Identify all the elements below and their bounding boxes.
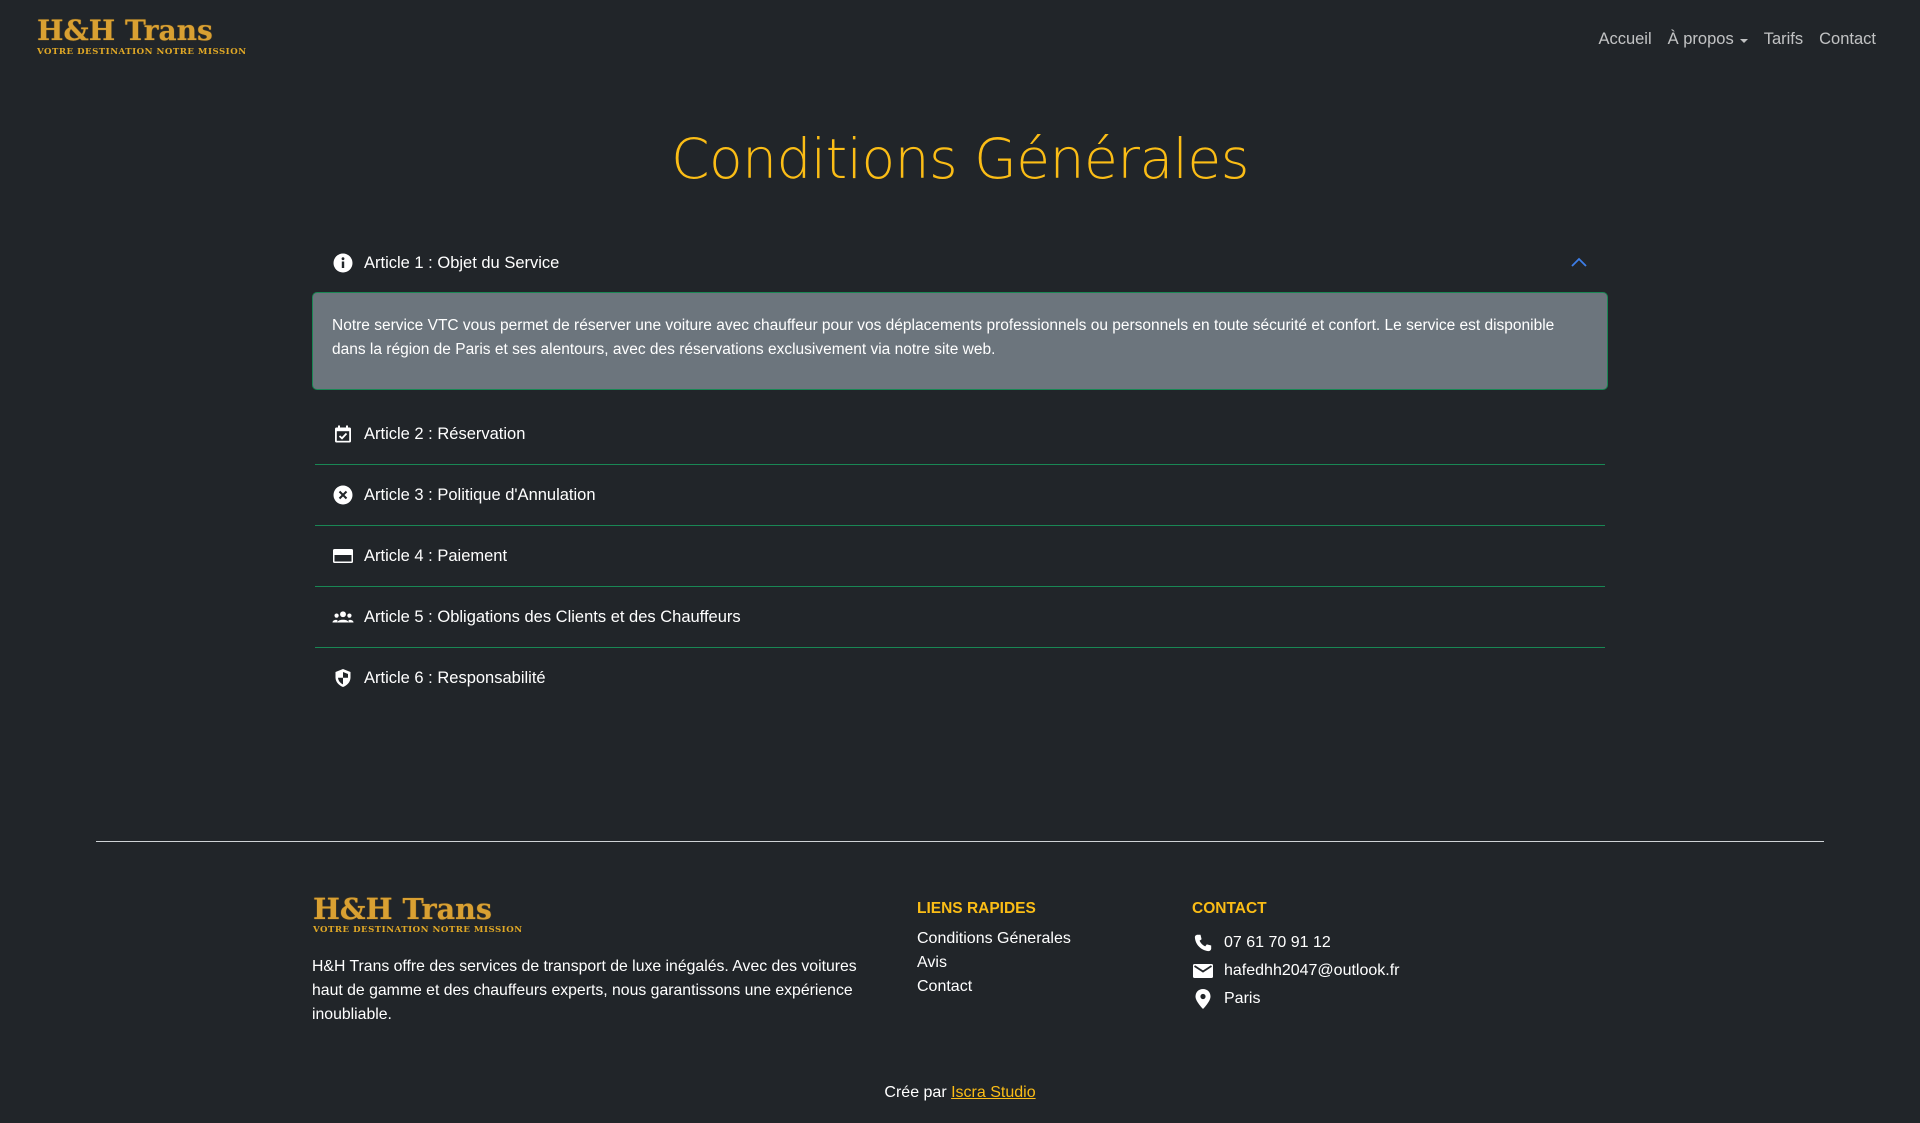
accordion-header-article-4[interactable]: Article 4 : Paiement xyxy=(312,526,1608,586)
people-icon xyxy=(332,606,354,628)
accordion-label: Article 2 : Réservation xyxy=(364,424,526,443)
footer-logo-tagline: VOTRE DESTINATION NOTRE MISSION xyxy=(313,925,523,935)
calendar-check-icon xyxy=(332,423,354,445)
nav-link-a-propos-label: À propos xyxy=(1667,30,1734,48)
contact-email-text: hafedhh2047@outlook.fr xyxy=(1224,962,1400,979)
shield-icon xyxy=(332,667,354,689)
contact-location: Paris xyxy=(1192,985,1399,1013)
nav-link-a-propos[interactable]: À propos xyxy=(1668,30,1748,49)
footer-credits: Crée par Iscra Studio xyxy=(0,1084,1920,1102)
page-title: Conditions Générales xyxy=(671,127,1249,191)
cancel-circle-icon xyxy=(332,484,354,506)
location-pin-icon xyxy=(1192,988,1214,1010)
accordion-header-article-1[interactable]: Article 1 : Objet du Service xyxy=(312,234,1608,292)
conditions-accordion: Article 1 : Objet du Service Notre servi… xyxy=(312,234,1608,708)
footer-logo-title: H&H Trans xyxy=(313,892,492,926)
credits-link[interactable]: Iscra Studio xyxy=(951,1084,1035,1101)
contact-section: CONTACT 07 61 70 91 12 hafedhh2047@outlo… xyxy=(1192,899,1399,1013)
contact-location-text: Paris xyxy=(1224,990,1261,1007)
phone-icon xyxy=(1192,932,1214,954)
accordion-label: Article 4 : Paiement xyxy=(364,546,508,565)
accordion-item-article-2: Article 2 : Réservation xyxy=(312,404,1608,465)
accordion-header-article-2[interactable]: Article 2 : Réservation xyxy=(312,404,1608,464)
accordion-item-article-3: Article 3 : Politique d'Annulation xyxy=(312,465,1608,526)
chevron-up-icon xyxy=(1570,254,1588,272)
accordion-item-article-6: Article 6 : Responsabilité xyxy=(312,648,1608,708)
accordion-header-article-5[interactable]: Article 5 : Obligations des Clients et d… xyxy=(312,587,1608,647)
nav-link-tarifs[interactable]: Tarifs xyxy=(1764,30,1803,49)
contact-phone: 07 61 70 91 12 xyxy=(1192,929,1399,957)
accordion-label: Article 6 : Responsabilité xyxy=(364,668,546,687)
accordion-header-article-3[interactable]: Article 3 : Politique d'Annulation xyxy=(312,465,1608,525)
brand-logo[interactable]: H&H Trans VOTRE DESTINATION NOTRE MISSIO… xyxy=(37,14,247,62)
footer-link-avis[interactable]: Avis xyxy=(917,951,1071,975)
accordion-label: Article 1 : Objet du Service xyxy=(364,253,560,272)
accordion-label: Article 5 : Obligations des Clients et d… xyxy=(364,607,741,626)
quick-links-title: LIENS RAPIDES xyxy=(917,900,1036,917)
credits-prefix: Crée par xyxy=(884,1084,947,1101)
accordion-header-article-6[interactable]: Article 6 : Responsabilité xyxy=(312,648,1608,708)
info-icon xyxy=(332,252,354,274)
quick-links-section: LIENS RAPIDES Conditions Génerales Avis … xyxy=(917,899,1071,999)
footer-link-contact[interactable]: Contact xyxy=(917,975,1071,999)
caret-down-icon xyxy=(1739,38,1748,43)
footer-description: H&H Trans offre des services de transpor… xyxy=(312,958,857,1023)
footer-link-conditions[interactable]: Conditions Génerales xyxy=(917,927,1071,951)
accordion-item-article-1: Article 1 : Objet du Service Notre servi… xyxy=(312,234,1608,404)
footer-divider xyxy=(96,841,1824,842)
contact-email: hafedhh2047@outlook.fr xyxy=(1192,957,1399,985)
nav-link-accueil[interactable]: Accueil xyxy=(1598,30,1651,49)
nav-link-contact[interactable]: Contact xyxy=(1819,30,1876,49)
accordion-item-article-5: Article 5 : Obligations des Clients et d… xyxy=(312,587,1608,648)
navbar: H&H Trans VOTRE DESTINATION NOTRE MISSIO… xyxy=(0,0,1920,82)
contact-title: CONTACT xyxy=(1192,900,1267,917)
footer-logo: H&H Trans VOTRE DESTINATION NOTRE MISSIO… xyxy=(313,892,523,940)
nav-links: Accueil À propos Tarifs Contact xyxy=(1598,30,1876,49)
accordion-label: Article 3 : Politique d'Annulation xyxy=(364,485,596,504)
contact-phone-text: 07 61 70 91 12 xyxy=(1224,934,1331,951)
logo-title: H&H Trans xyxy=(37,14,213,47)
accordion-body-article-1: Notre service VTC vous permet de réserve… xyxy=(312,292,1608,390)
logo-tagline: VOTRE DESTINATION NOTRE MISSION xyxy=(37,47,247,57)
mail-icon xyxy=(1192,960,1214,982)
credit-card-icon xyxy=(332,545,354,567)
accordion-item-article-4: Article 4 : Paiement xyxy=(312,526,1608,587)
